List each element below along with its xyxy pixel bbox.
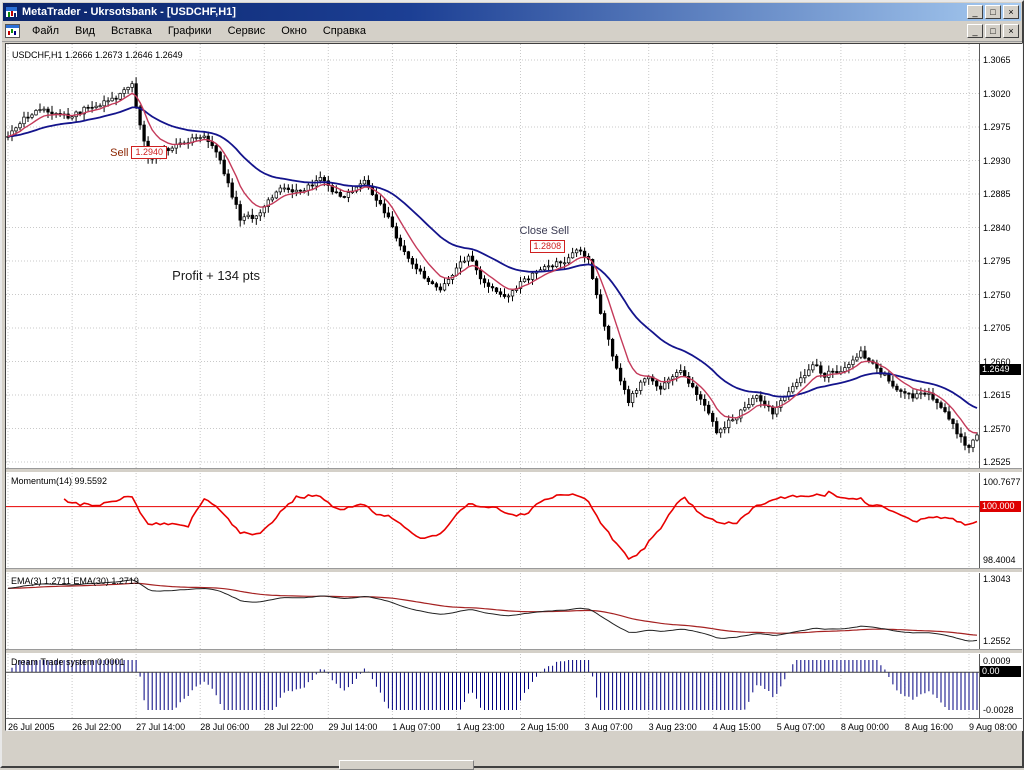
taskbar-fragment [339,760,474,770]
price-axis-label: 1.2525 [983,457,1011,467]
close-sell-annotation[interactable]: Close Sell 1.2808 [520,225,570,253]
momentum-axis[interactable]: 100.7677 98.4004 100.000 [979,473,1022,568]
menu-item-Вид[interactable]: Вид [67,23,103,39]
momentum-min-label: 98.4004 [983,555,1016,565]
ema-label: EMA(3) 1.2711 EMA(30) 1.2719 [11,576,139,586]
window-title: MetaTrader - Ukrsotsbank - [USDCHF,H1] [22,6,961,18]
mdi-restore-button[interactable]: □ [985,24,1001,38]
sell-price-box[interactable]: 1.2940 [131,146,167,159]
dream-trade-panel[interactable]: 0.0009 -0.0028 0.00 Dream Trade system 0.0… [6,654,1022,718]
time-label: 27 Jul 14:00 [136,722,185,732]
ohlc-info: USDCHF,H1 1.2666 1.2673 1.2646 1.2649 [12,50,183,60]
minimize-button[interactable]: _ [967,5,983,19]
price-chart-panel[interactable]: 1.3065 1.3020 1.2975 1.2930 1.2885 1.2840 1.27… [6,44,1022,468]
menu-item-Графики[interactable]: Графики [160,23,220,39]
menu-item-Файл[interactable]: Файл [24,23,67,39]
time-label: 28 Jul 06:00 [200,722,249,732]
sell-annotation[interactable]: Sell 1.2940 [110,146,167,159]
momentum-chart[interactable] [6,473,979,568]
menubar: ФайлВидВставкаГрафикиСервисОкноСправка _… [2,21,1022,42]
time-label: 1 Aug 23:00 [456,722,504,732]
dream-trade-label: Dream Trade system 0.0001 [11,657,125,667]
close-button[interactable]: × [1003,5,1019,19]
momentum-panel[interactable]: 100.7677 98.4004 100.000 Momentum(14) 99.5… [6,473,1022,568]
price-axis-label: 1.3065 [983,55,1011,65]
titlebar[interactable]: MetaTrader - Ukrsotsbank - [USDCHF,H1] _… [3,3,1021,21]
price-axis-label: 1.2615 [983,390,1011,400]
maximize-button[interactable]: □ [985,5,1001,19]
menu-item-Справка[interactable]: Справка [315,23,374,39]
time-label: 3 Aug 07:00 [585,722,633,732]
price-axis-label: 1.2930 [983,156,1011,166]
time-label: 3 Aug 23:00 [649,722,697,732]
price-axis-label: 1.3020 [983,89,1011,99]
ema-panel[interactable]: 1.3043 1.2552 EMA(3) 1.2711 EMA(30) 1.271… [6,573,1022,649]
price-axis-label: 1.2750 [983,290,1011,300]
time-label: 29 Jul 14:00 [328,722,377,732]
price-axis-label: 1.2705 [983,323,1011,333]
close-sell-price-box[interactable]: 1.2808 [530,240,566,253]
time-label: 4 Aug 15:00 [713,722,761,732]
close-sell-label: Close Sell [520,225,570,237]
time-label: 26 Jul 2005 [8,722,55,732]
dream-trade-histogram[interactable] [6,654,979,718]
momentum-max-label: 100.7677 [983,477,1021,487]
dream-max-label: 0.0009 [983,656,1011,666]
menu-items: ФайлВидВставкаГрафикиСервисОкноСправка [24,23,374,39]
titlebar-buttons: _ □ × [965,5,1019,19]
time-label: 26 Jul 22:00 [72,722,121,732]
metatrader-window: MetaTrader - Ukrsotsbank - [USDCHF,H1] _… [0,0,1024,768]
dream-trade-axis[interactable]: 0.0009 -0.0028 0.00 [979,654,1022,718]
mdi-minimize-button[interactable]: _ [967,24,983,38]
sell-label: Sell [110,147,128,159]
time-label: 1 Aug 07:00 [392,722,440,732]
price-axis[interactable]: 1.3065 1.3020 1.2975 1.2930 1.2885 1.2840 1.27… [979,44,1022,468]
time-label: 8 Aug 16:00 [905,722,953,732]
ema-chart[interactable] [6,573,979,649]
profit-annotation: Profit + 134 pts [172,268,260,283]
chart-window: 1.3065 1.3020 1.2975 1.2930 1.2885 1.2840 1.27… [5,43,1023,731]
ema-axis[interactable]: 1.3043 1.2552 [979,573,1022,649]
time-label: 28 Jul 22:00 [264,722,313,732]
price-axis-label: 1.2840 [983,223,1011,233]
time-label: 8 Aug 00:00 [841,722,889,732]
momentum-level-badge: 100.000 [980,501,1021,512]
momentum-label: Momentum(14) 99.5592 [11,476,107,486]
metatrader-app-icon [5,6,18,18]
time-label: 2 Aug 15:00 [521,722,569,732]
dream-min-label: -0.0028 [983,705,1014,715]
price-axis-label: 1.2570 [983,424,1011,434]
time-label: 9 Aug 08:00 [969,722,1017,732]
time-label: 5 Aug 07:00 [777,722,825,732]
chart-file-icon [5,24,20,38]
dream-zero-badge: 0.00 [980,666,1021,677]
ema-max-label: 1.3043 [983,574,1011,584]
time-axis[interactable]: 26 Jul 2005 26 Jul 22:00 27 Jul 14:00 28 Ju… [6,718,1022,730]
price-axis-label: 1.2795 [983,256,1011,266]
menu-item-Окно[interactable]: Окно [273,23,315,39]
ema-min-label: 1.2552 [983,636,1011,646]
menu-item-Сервис[interactable]: Сервис [220,23,274,39]
price-axis-label: 1.2975 [983,122,1011,132]
menu-item-Вставка[interactable]: Вставка [103,23,160,39]
candlestick-chart[interactable] [6,44,979,468]
current-price-badge: 1.2649 [980,364,1021,375]
price-axis-label: 1.2885 [983,189,1011,199]
mdi-close-button[interactable]: × [1003,24,1019,38]
mdi-window-buttons: _ □ × [965,24,1019,38]
